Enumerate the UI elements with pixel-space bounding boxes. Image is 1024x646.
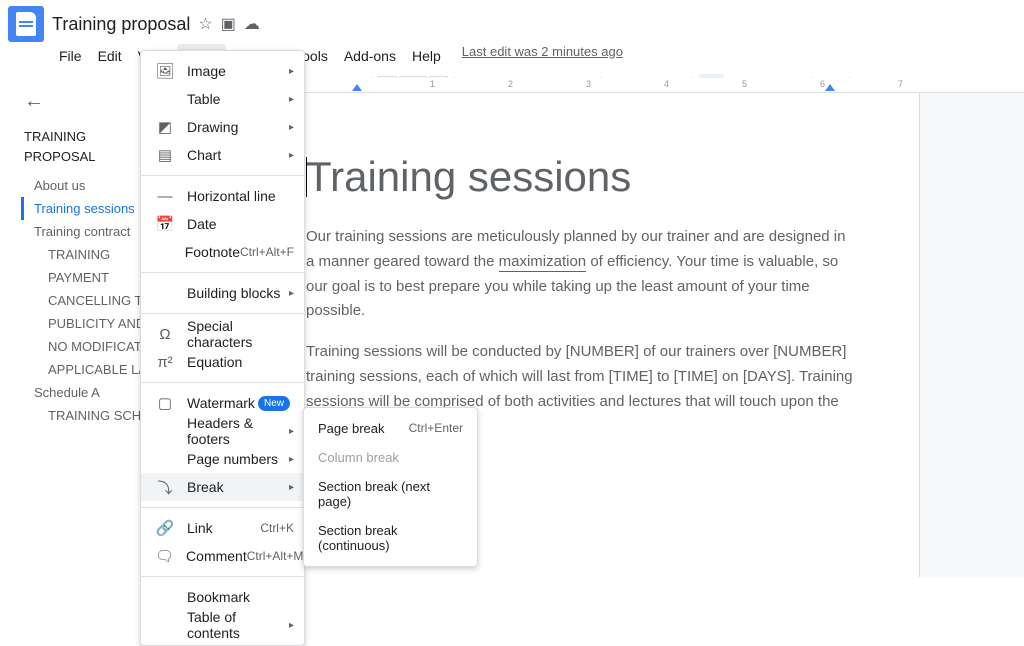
insert-menu-item-drawing[interactable]: ◩ Drawing▸ [141, 113, 304, 141]
insert-menu-item-date[interactable]: 📅 Date [141, 210, 304, 238]
submenu-label: Section break (next page) [318, 479, 463, 509]
date-icon: 📅 [155, 214, 175, 234]
blank-icon [155, 615, 175, 635]
submenu-label: Page break [318, 421, 385, 436]
menu-file[interactable]: File [52, 44, 89, 68]
break-submenu: Page break Ctrl+Enter Column break Section … [303, 407, 478, 567]
menu-item-label: Building blocks [187, 285, 289, 301]
insert-menu-item-footnote[interactable]: FootnoteCtrl+Alt+F [141, 238, 304, 266]
break-option-section-break-continuous-[interactable]: Section break (continuous) [304, 516, 477, 560]
comment-icon: 🗨 [155, 546, 174, 566]
cloud-status-icon[interactable]: ☁ [244, 14, 260, 34]
break-option-section-break-next-page-[interactable]: Section break (next page) [304, 472, 477, 516]
menu-item-label: Break [187, 479, 289, 495]
menu-item-label: Date [187, 216, 294, 232]
line-icon: — [155, 186, 175, 206]
chart-icon: ▤ [155, 145, 175, 165]
insert-menu-item-break[interactable]: ⤵ Break▸ [141, 473, 304, 501]
submenu-arrow-icon: ▸ [289, 426, 294, 437]
image-icon: 🖼 [155, 61, 175, 81]
menu-shortcut: Ctrl+Alt+M [247, 549, 304, 563]
menu-help[interactable]: Help [405, 44, 448, 68]
break-option-column-break: Column break [304, 443, 477, 472]
menu-item-label: Horizontal line [187, 188, 294, 204]
insert-menu-item-table[interactable]: Table▸ [141, 85, 304, 113]
insert-menu-item-bookmark[interactable]: Bookmark [141, 583, 304, 611]
insert-menu-item-building-blocks[interactable]: Building blocks▸ [141, 279, 304, 307]
menu-item-label: Watermark [187, 395, 258, 411]
submenu-label: Section break (continuous) [318, 523, 463, 553]
insert-menu-item-image[interactable]: 🖼 Image▸ [141, 57, 304, 85]
move-icon[interactable]: ▣ [221, 14, 236, 34]
menu-item-label: Drawing [187, 119, 289, 135]
menu-shortcut: Ctrl+K [260, 521, 294, 535]
submenu-shortcut: Ctrl+Enter [409, 421, 463, 436]
pi-icon: π² [155, 352, 175, 372]
submenu-arrow-icon: ▸ [289, 150, 294, 161]
submenu-label: Column break [318, 450, 399, 465]
menu-item-label: Link [187, 520, 260, 536]
menu-item-label: Special characters [187, 318, 294, 350]
blank-icon [155, 449, 175, 469]
insert-menu-dropdown: 🖼Image▸Table▸◩Drawing▸▤Chart▸—Horizontal… [140, 50, 305, 646]
submenu-arrow-icon: ▸ [289, 288, 294, 299]
insert-menu-item-horizontal-line[interactable]: — Horizontal line [141, 182, 304, 210]
break-option-page-break[interactable]: Page break Ctrl+Enter [304, 414, 477, 443]
last-edit-link[interactable]: Last edit was 2 minutes ago [462, 44, 623, 68]
horizontal-ruler[interactable]: 1 2 3 4 5 6 7 [210, 78, 1024, 93]
insert-menu-item-table-of-contents[interactable]: Table of contents▸ [141, 611, 304, 639]
doc-paragraph-1[interactable]: Our training sessions are meticulously p… [306, 225, 854, 324]
blank-icon [155, 242, 173, 262]
blank-icon [155, 587, 175, 607]
blank-icon [155, 89, 175, 109]
insert-menu-item-watermark[interactable]: ▢ WatermarkNew [141, 389, 304, 417]
drawing-icon: ◩ [155, 117, 175, 137]
menu-item-label: Chart [187, 147, 289, 163]
menu-item-label: Equation [187, 354, 294, 370]
menu-item-label: Table of contents [187, 609, 289, 641]
menu-item-label: Headers & footers [187, 415, 289, 447]
submenu-arrow-icon: ▸ [289, 122, 294, 133]
menu-item-label: Page numbers [187, 451, 289, 467]
submenu-arrow-icon: ▸ [289, 454, 294, 465]
spelling-flag[interactable]: maximization [499, 253, 587, 272]
submenu-arrow-icon: ▸ [289, 94, 294, 105]
insert-menu-item-headers-footers[interactable]: Headers & footers▸ [141, 417, 304, 445]
menu-item-label: Bookmark [187, 589, 294, 605]
doc-heading[interactable]: Training sessions [306, 153, 854, 201]
menu-edit[interactable]: Edit [91, 44, 129, 68]
menu-item-label: Footnote [185, 244, 240, 260]
insert-menu-item-equation[interactable]: π² Equation [141, 348, 304, 376]
star-icon[interactable]: ☆ [198, 14, 212, 34]
docs-logo[interactable] [8, 6, 44, 42]
submenu-arrow-icon: ▸ [289, 620, 294, 631]
blank-icon [155, 283, 175, 303]
omega-icon: Ω [155, 324, 175, 344]
insert-menu-item-special-characters[interactable]: Ω Special characters [141, 320, 304, 348]
break-icon: ⤵ [155, 477, 175, 497]
menu-item-label: Image [187, 63, 289, 79]
menu-shortcut: Ctrl+Alt+F [240, 245, 294, 259]
submenu-arrow-icon: ▸ [289, 482, 294, 493]
insert-menu-item-page-numbers[interactable]: Page numbers▸ [141, 445, 304, 473]
menu-addons[interactable]: Add-ons [337, 44, 403, 68]
link-icon: 🔗 [155, 518, 175, 538]
insert-menu-item-link[interactable]: 🔗 LinkCtrl+K [141, 514, 304, 542]
new-badge: New [258, 396, 290, 411]
menu-item-label: Comment [186, 548, 247, 564]
insert-menu-item-comment[interactable]: 🗨 CommentCtrl+Alt+M [141, 542, 304, 570]
insert-menu-item-chart[interactable]: ▤ Chart▸ [141, 141, 304, 169]
document-title[interactable]: Training proposal [52, 14, 190, 35]
watermark-icon: ▢ [155, 393, 175, 413]
blank-icon [155, 421, 175, 441]
submenu-arrow-icon: ▸ [289, 66, 294, 77]
menu-item-label: Table [187, 91, 289, 107]
